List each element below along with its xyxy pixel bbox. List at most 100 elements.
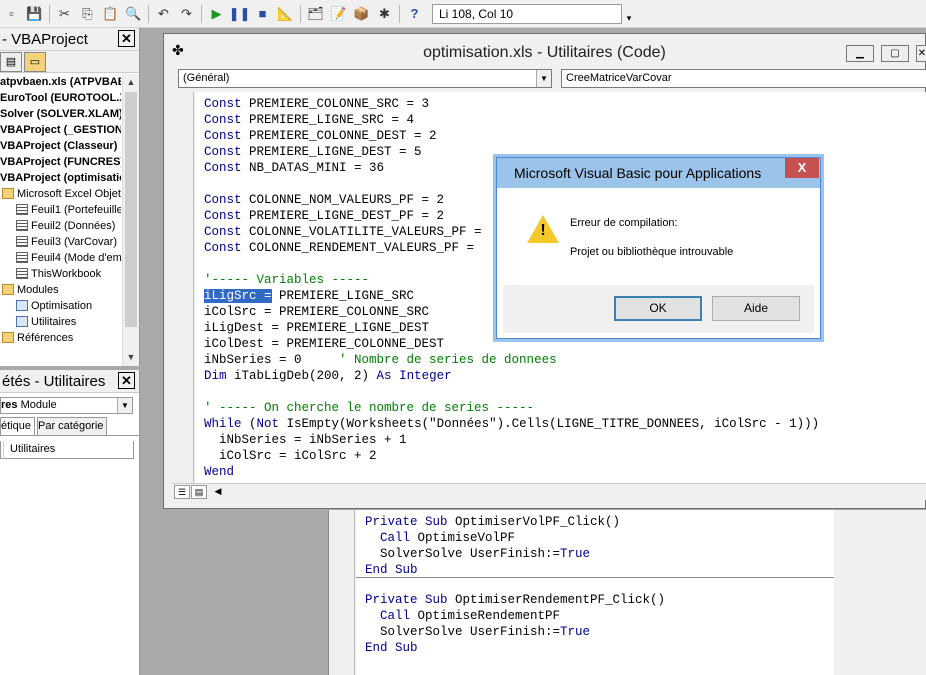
- background-code-text[interactable]: Private Sub OptimiserVolPF_Click() Call …: [356, 510, 834, 656]
- view-excel-icon[interactable]: ▫: [0, 3, 23, 25]
- toolbar-separator: [201, 4, 202, 23]
- dialog-close-button[interactable]: X: [785, 158, 819, 178]
- find-icon[interactable]: 🔍: [122, 3, 145, 25]
- code-line[interactable]: iColSrc = iColSrc + 2: [204, 448, 926, 464]
- scroll-down-icon[interactable]: ▼: [123, 349, 139, 366]
- margin-indicator-bar[interactable]: [172, 92, 194, 483]
- pause-icon[interactable]: ❚❚: [228, 3, 251, 25]
- code-line[interactable]: End Sub: [365, 562, 834, 578]
- project-explorer-icon[interactable]: 🗂: [304, 3, 327, 25]
- code-line[interactable]: SolverSolve UserFinish:=True: [365, 624, 834, 640]
- code-line[interactable]: Const PREMIERE_LIGNE_SRC = 4: [204, 112, 926, 128]
- tree-item[interactable]: Optimisation: [0, 298, 121, 314]
- help-button[interactable]: Aide: [712, 296, 800, 321]
- tree-item[interactable]: VBAProject (Classeur): [0, 138, 121, 154]
- code-line[interactable]: iNbSeries = iNbSeries + 1: [204, 432, 926, 448]
- property-value[interactable]: Utilitaires: [3, 441, 133, 457]
- ok-button[interactable]: OK: [614, 296, 702, 321]
- project-tree-scrollbar[interactable]: ▲ ▼: [122, 74, 139, 366]
- view-code-icon[interactable]: ▤: [0, 51, 22, 72]
- tree-item[interactable]: Microsoft Excel Objets: [0, 186, 121, 202]
- toolbox-icon[interactable]: ✱: [373, 3, 396, 25]
- code-keyword: Const: [204, 129, 242, 143]
- tree-item[interactable]: Modules: [0, 282, 121, 298]
- code-keyword: Dim: [204, 369, 227, 383]
- maximize-icon[interactable]: ▢: [881, 45, 909, 62]
- code-line[interactable]: Wend: [204, 464, 926, 480]
- tree-item-label: Microsoft Excel Objets: [17, 188, 121, 200]
- toggle-folders-icon[interactable]: ▭: [24, 51, 46, 72]
- module-icon: [16, 316, 28, 327]
- scroll-up-icon[interactable]: ▲: [123, 74, 139, 91]
- properties-icon[interactable]: 📝: [327, 3, 350, 25]
- code-token: OptimiserVolPF_Click(): [447, 515, 621, 529]
- tree-item-label: VBAProject (_GESTION): [0, 124, 121, 136]
- code-token: iColDest = PREMIERE_COLONNE_DEST: [204, 337, 445, 351]
- close-icon[interactable]: ✕: [118, 30, 135, 47]
- paste-icon[interactable]: 📋: [99, 3, 122, 25]
- tree-item[interactable]: Utilitaires: [0, 314, 121, 330]
- minimize-icon[interactable]: ▁: [846, 45, 874, 62]
- stop-icon[interactable]: ■: [251, 3, 274, 25]
- scrollbar-thumb[interactable]: [125, 92, 137, 327]
- chevron-down-icon[interactable]: ▼: [117, 398, 132, 413]
- project-tree[interactable]: atpvbaen.xls (ATPVBAEN.XLAM) EuroTool (EU…: [0, 74, 121, 366]
- code-line[interactable]: Private Sub OptimiserVolPF_Click(): [365, 514, 834, 530]
- standard-toolbar: ▫ 💾 ✂ ⎘ 📋 🔍 ↶ ↷ ▶ ❚❚ ■ 📐 🗂 📝 📦 ✱ ? Li 10…: [0, 0, 926, 28]
- code-line[interactable]: While (Not IsEmpty(Worksheets("Données")…: [204, 416, 926, 432]
- code-line[interactable]: Const PREMIERE_COLONNE_DEST = 2: [204, 128, 926, 144]
- code-line[interactable]: Call OptimiseRendementPF: [365, 608, 834, 624]
- design-mode-icon[interactable]: 📐: [274, 3, 297, 25]
- tab-category[interactable]: Par catégorie: [36, 417, 108, 435]
- code-line[interactable]: ' ----- On cherche le nombre de series -…: [204, 400, 926, 416]
- help-icon[interactable]: ?: [403, 3, 426, 25]
- tree-item[interactable]: Feuil2 (Données): [0, 218, 121, 234]
- tree-item[interactable]: atpvbaen.xls (ATPVBAEN.XLAM): [0, 74, 121, 90]
- close-icon[interactable]: ✕: [916, 45, 926, 62]
- cut-icon[interactable]: ✂: [53, 3, 76, 25]
- chevron-down-icon[interactable]: ▼: [536, 70, 551, 87]
- tree-item[interactable]: Feuil3 (VarCovar): [0, 234, 121, 250]
- copy-icon[interactable]: ⎘: [76, 3, 99, 25]
- tree-item[interactable]: VBAProject (_GESTION): [0, 122, 121, 138]
- undo-icon[interactable]: ↶: [152, 3, 175, 25]
- tree-item[interactable]: Feuil1 (Portefeuille): [0, 202, 121, 218]
- procedure-view-icon[interactable]: ☰: [174, 485, 190, 499]
- object-browser-icon[interactable]: 📦: [350, 3, 373, 25]
- code-keyword: End Sub: [365, 641, 418, 655]
- procedure-combo[interactable]: CreeMatriceVarCovar: [561, 69, 926, 88]
- tree-item[interactable]: Solver (SOLVER.XLAM): [0, 106, 121, 122]
- tree-item[interactable]: EuroTool (EUROTOOL.XLAM): [0, 90, 121, 106]
- background-code-scrollbar[interactable]: [834, 510, 856, 675]
- close-icon[interactable]: ✕: [118, 372, 135, 389]
- code-line[interactable]: End Sub: [365, 640, 834, 656]
- code-line[interactable]: Call OptimiseVolPF: [365, 530, 834, 546]
- full-module-view-icon[interactable]: ▤: [191, 485, 207, 499]
- run-icon[interactable]: ▶: [205, 3, 228, 25]
- tree-item[interactable]: VBAProject (optimisation): [0, 170, 121, 186]
- toolbar-options-icon[interactable]: ▾: [624, 4, 634, 24]
- object-combo[interactable]: (Général) ▼: [178, 69, 552, 88]
- code-line[interactable]: [204, 384, 926, 400]
- tab-alphabetic[interactable]: étique: [0, 417, 35, 435]
- horizontal-scrollbar[interactable]: ☰ ▤ ◀: [172, 483, 926, 500]
- redo-icon[interactable]: ↷: [175, 3, 198, 25]
- background-code-area[interactable]: Private Sub OptimiserVolPF_Click() Call …: [356, 510, 834, 675]
- code-line[interactable]: SolverSolve UserFinish:=True: [365, 546, 834, 562]
- code-line[interactable]: Private Sub OptimiserRendementPF_Click(): [365, 592, 834, 608]
- tree-item[interactable]: Feuil4 (Mode d'emploi): [0, 250, 121, 266]
- code-line[interactable]: [356, 577, 834, 592]
- scroll-left-icon[interactable]: ◀: [210, 485, 226, 499]
- tree-item[interactable]: Références: [0, 330, 121, 346]
- property-grid-row[interactable]: Utilitaires: [0, 441, 134, 459]
- tree-item[interactable]: VBAProject (FUNCRES): [0, 154, 121, 170]
- cursor-position-status: Li 108, Col 10: [432, 3, 622, 24]
- save-icon[interactable]: 💾: [23, 3, 46, 25]
- tree-item[interactable]: ThisWorkbook: [0, 266, 121, 282]
- code-token: iLigDest = PREMIERE_LIGNE_DEST: [204, 321, 430, 335]
- object-select[interactable]: res Module ▼: [0, 397, 133, 414]
- code-line[interactable]: iNbSeries = 0 ' Nombre de series de donn…: [204, 352, 926, 368]
- code-line[interactable]: Const PREMIERE_COLONNE_SRC = 3: [204, 96, 926, 112]
- code-line[interactable]: Dim iTabLigDeb(200, 2) As Integer: [204, 368, 926, 384]
